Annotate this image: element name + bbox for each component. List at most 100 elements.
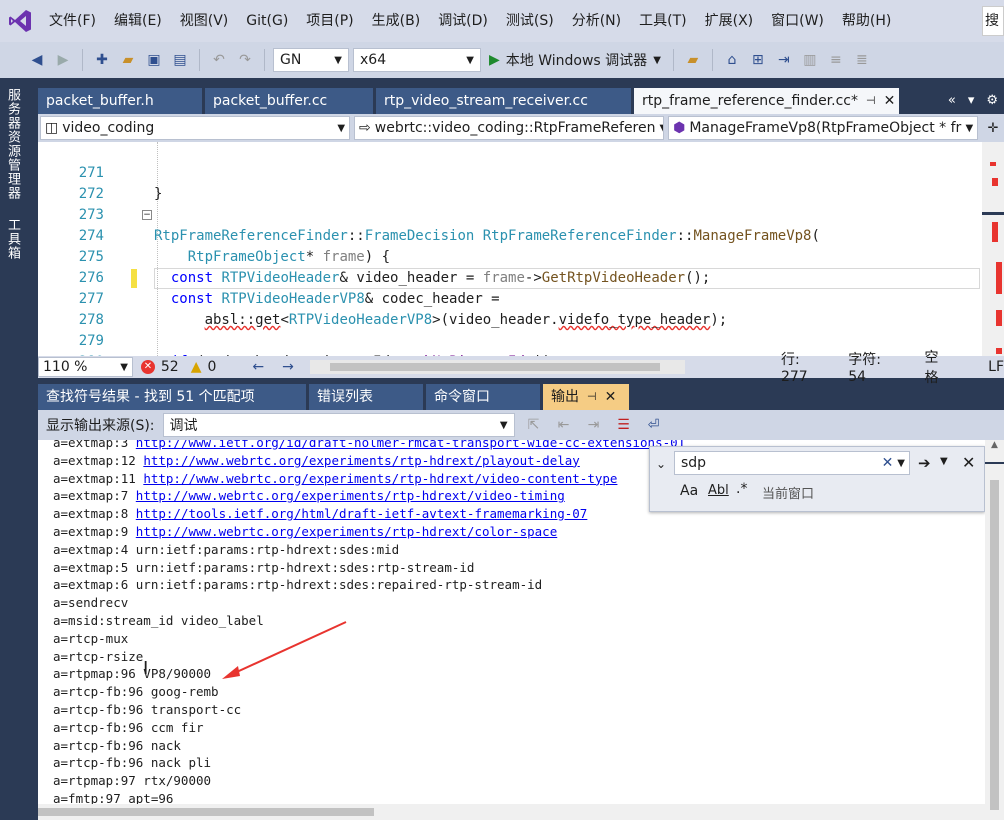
menu-item[interactable]: 生成(B): [363, 0, 430, 42]
search-scope[interactable]: 当前窗口: [762, 483, 814, 502]
scroll-up-icon[interactable]: ▲: [985, 440, 1004, 450]
server-explorer-tab[interactable]: 服务器资源管理器: [5, 88, 22, 200]
menu-item[interactable]: 项目(P): [297, 0, 362, 42]
chevron-down-icon[interactable]: ▼: [940, 456, 948, 467]
tab-rtp-frame-reference-finder[interactable]: rtp_frame_reference_finder.cc* ⊣ ✕: [634, 88, 899, 114]
method-icon: ⬢: [673, 120, 686, 136]
browser-icon[interactable]: ⌂: [721, 49, 743, 71]
clear-all-icon[interactable]: ☰: [613, 414, 635, 436]
output-link[interactable]: http://www.webrtc.org/experiments/rtp-hd…: [143, 453, 580, 468]
close-icon[interactable]: ✕: [884, 88, 896, 114]
redo-icon[interactable]: ↷: [234, 49, 256, 71]
new-project-icon[interactable]: ✚: [91, 49, 113, 71]
save-icon[interactable]: ▣: [143, 49, 165, 71]
step-icon[interactable]: ⇥: [773, 49, 795, 71]
regex-toggle-icon[interactable]: .*: [736, 481, 747, 497]
project-icon: ◫: [45, 120, 59, 136]
search-box[interactable]: 搜: [982, 6, 1004, 36]
tab-rtp-video-stream-receiver[interactable]: rtp_video_stream_receiver.cc: [376, 88, 631, 114]
output-link[interactable]: http://www.webrtc.org/experiments/rtp-hd…: [143, 471, 617, 486]
open-folder-icon[interactable]: ▰: [117, 49, 139, 71]
breakpoint-icon[interactable]: ⊞: [747, 49, 769, 71]
output-source-dropdown[interactable]: 调试 ▼: [162, 413, 515, 437]
tab-command-window[interactable]: 命令窗口: [426, 384, 540, 410]
output-horizontal-scrollbar[interactable]: [38, 804, 985, 820]
project-dropdown[interactable]: ◫ video_coding ▼: [40, 116, 351, 140]
menu-item[interactable]: 调试(D): [429, 0, 497, 42]
menu-item[interactable]: 编辑(E): [105, 0, 171, 42]
tab-packet-buffer-h[interactable]: packet_buffer.h: [38, 88, 202, 114]
scroll-thumb[interactable]: [38, 808, 374, 816]
menu-item[interactable]: 工具(T): [630, 0, 695, 42]
bookmark-icon[interactable]: ▥: [799, 49, 821, 71]
clear-icon[interactable]: ✕: [882, 455, 894, 471]
close-icon[interactable]: ✕: [605, 384, 617, 410]
output-line: a=rtcp-fb:96 nack: [53, 737, 181, 755]
back-icon[interactable]: ◀: [26, 49, 48, 71]
menu-item[interactable]: 测试(S): [497, 0, 563, 42]
scroll-thumb[interactable]: [990, 480, 999, 810]
member-dropdown[interactable]: ⬢ ManageFrameVp8(RtpFrameObject * fr ▼: [668, 116, 979, 140]
platform-dropdown[interactable]: x64 ▼: [353, 48, 481, 72]
toolbox-tab[interactable]: 工具箱: [5, 218, 22, 260]
match-case-toggle[interactable]: Aa: [680, 483, 698, 499]
pin-icon[interactable]: ⊣: [587, 384, 597, 410]
menu-item[interactable]: 文件(F): [40, 0, 105, 42]
scroll-thumb[interactable]: [982, 212, 1004, 215]
horizontal-scrollbar[interactable]: [309, 360, 685, 374]
output-link[interactable]: http://www.webrtc.org/experiments/rtp-hd…: [136, 488, 565, 503]
tab-dropdown-icon[interactable]: ▾: [968, 88, 975, 114]
menu-item[interactable]: 视图(V): [171, 0, 238, 42]
nav-back-icon[interactable]: ←: [252, 359, 264, 375]
output-vertical-scrollbar[interactable]: ▲: [985, 440, 1004, 820]
tab-packet-buffer-cc[interactable]: packet_buffer.cc: [205, 88, 373, 114]
start-debug-button[interactable]: ▶ 本地 Windows 调试器 ▼: [485, 50, 665, 70]
menu-item[interactable]: 帮助(H): [833, 0, 900, 42]
scroll-thumb[interactable]: [329, 363, 660, 371]
tab-output[interactable]: 输出 ⊣ ✕: [543, 384, 629, 410]
scroll-tabs-icon[interactable]: «: [948, 88, 956, 114]
uncomment-icon[interactable]: ≣: [851, 49, 873, 71]
menu-item[interactable]: Git(G): [237, 0, 297, 42]
expand-replace-icon[interactable]: ⌄: [656, 457, 666, 471]
output-link[interactable]: http://tools.ietf.org/html/draft-ietf-av…: [136, 506, 588, 521]
pin-icon[interactable]: ⊣: [866, 88, 876, 114]
line-ending[interactable]: LF: [988, 359, 1004, 375]
menu-item[interactable]: 窗口(W): [762, 0, 833, 42]
warning-count[interactable]: ▲ 0: [191, 359, 217, 375]
menu-item[interactable]: 分析(N): [563, 0, 630, 42]
forward-icon[interactable]: ▶: [52, 49, 74, 71]
close-find-icon[interactable]: ✕: [962, 453, 975, 472]
tab-error-list[interactable]: 错误列表: [309, 384, 423, 410]
word-wrap-icon[interactable]: ⏎: [643, 414, 665, 436]
save-all-icon[interactable]: ▤: [169, 49, 191, 71]
scope-dropdown[interactable]: ⇨webrtc::video_coding::RtpFrameReferen ▼: [354, 116, 665, 140]
whole-word-toggle[interactable]: Abl: [708, 483, 729, 498]
folder-search-icon[interactable]: ▰: [682, 49, 704, 71]
zoom-dropdown[interactable]: 110 % ▼: [38, 357, 133, 377]
split-icon[interactable]: ✛: [982, 121, 1004, 136]
undo-icon[interactable]: ↶: [208, 49, 230, 71]
comment-icon[interactable]: ≡: [825, 49, 847, 71]
find-input[interactable]: sdp ✕ ▼: [674, 451, 910, 475]
scope-value: webrtc::video_coding::RtpFrameReferen: [374, 120, 656, 136]
output-link[interactable]: http://www.webrtc.org/experiments/rtp-hd…: [136, 524, 557, 539]
settings-icon[interactable]: ⚙: [986, 88, 998, 114]
output-link[interactable]: http://www.ietf.org/id/draft-holmer-rmca…: [136, 440, 685, 450]
nav-forward-icon[interactable]: →: [282, 359, 294, 375]
tab-find-symbol-results[interactable]: 查找符号结果 - 找到 51 个匹配项: [38, 384, 306, 410]
find-next-icon[interactable]: ➔: [918, 454, 931, 472]
menu-item[interactable]: 扩展(X): [696, 0, 763, 42]
prev-message-icon[interactable]: ⇤: [553, 414, 575, 436]
chevron-down-icon[interactable]: ▼: [893, 458, 909, 469]
error-count[interactable]: ✕ 52: [140, 359, 179, 375]
code-editor[interactable]: − 271 } 272 273 RtpFrameReferenceFinder:…: [38, 142, 982, 356]
next-message-icon[interactable]: ⇥: [583, 414, 605, 436]
editor-scroll-map[interactable]: [982, 142, 1004, 356]
toolbar-separator: [672, 49, 674, 71]
document-tabs: packet_buffer.h packet_buffer.cc rtp_vid…: [38, 88, 1004, 114]
find-message-icon[interactable]: ⇱: [523, 414, 545, 436]
whitespace-mode[interactable]: 空格: [925, 347, 953, 387]
visual-studio-logo-icon[interactable]: [0, 0, 40, 42]
configuration-dropdown[interactable]: GN ▼: [273, 48, 349, 72]
